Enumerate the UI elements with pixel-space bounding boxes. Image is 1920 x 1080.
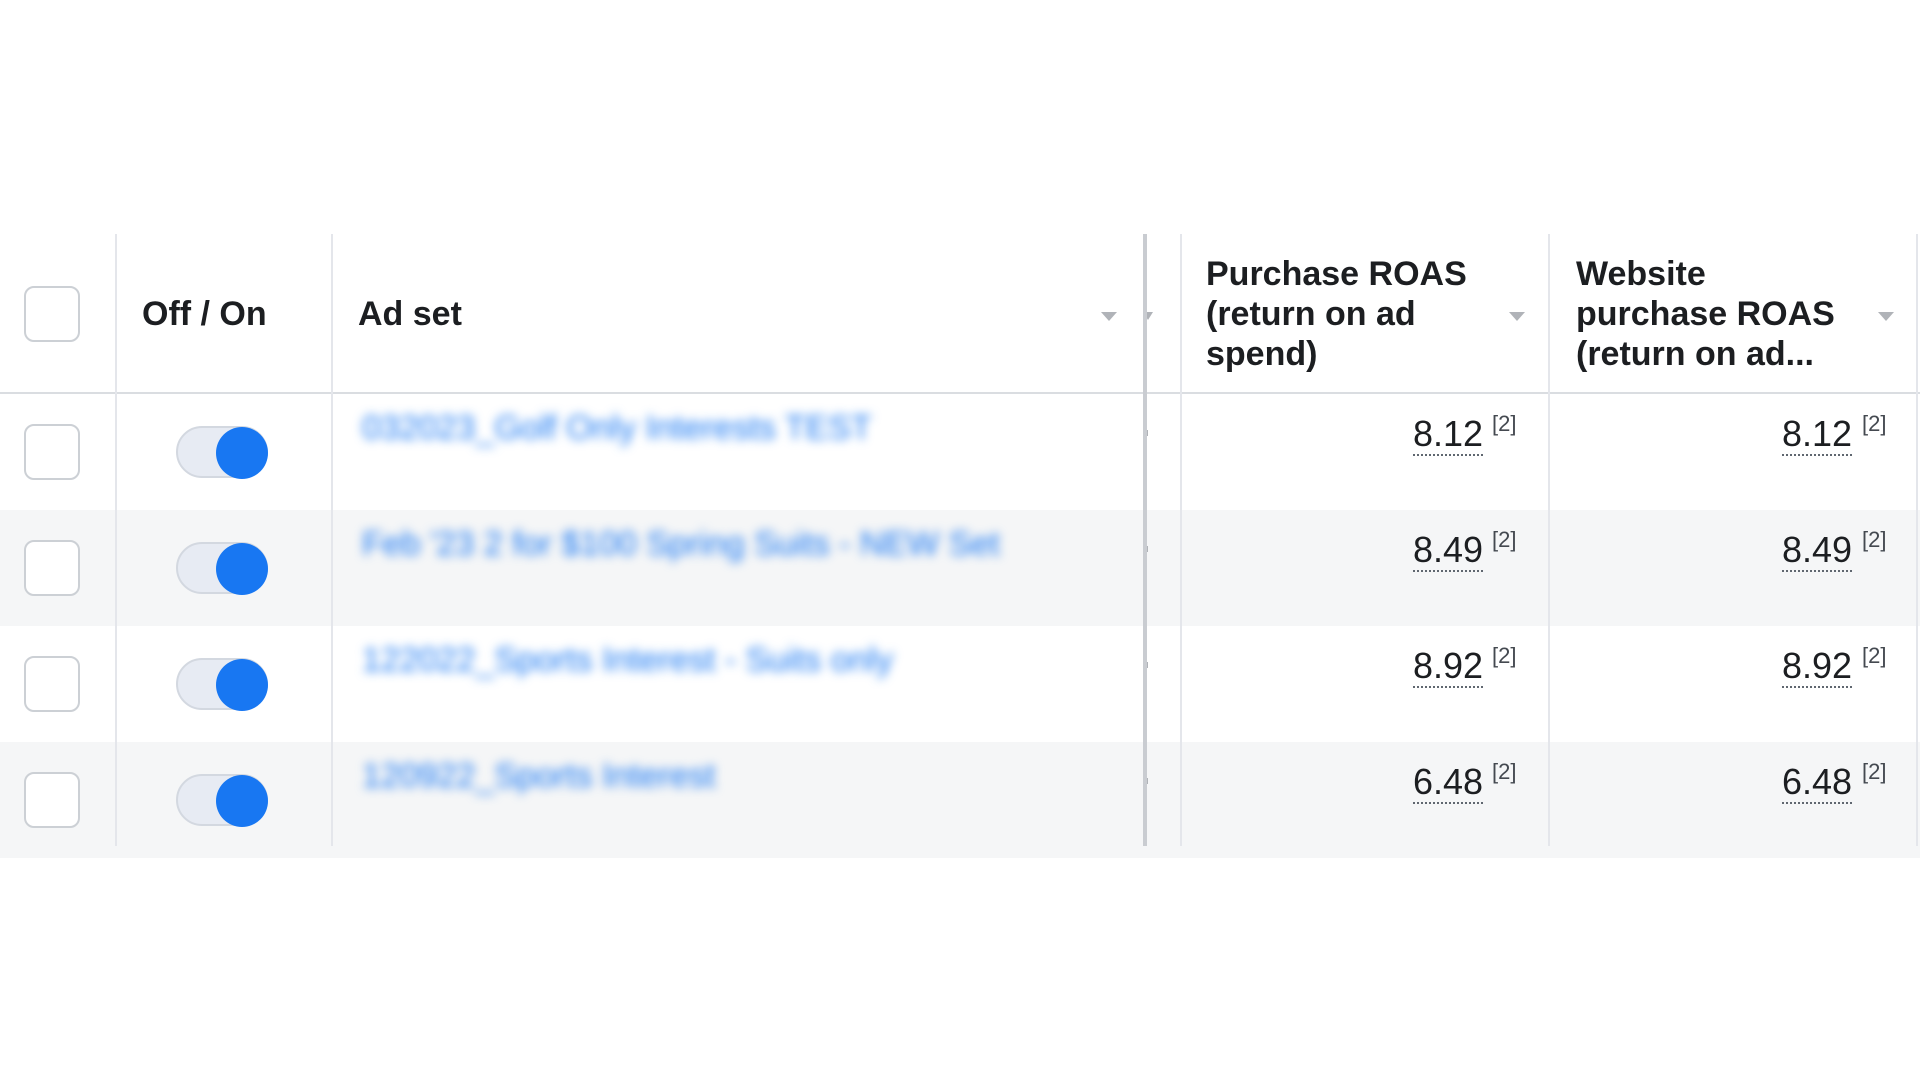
- purchase-roas-footnote: [2]: [1492, 527, 1517, 552]
- purchase-roas-value[interactable]: 6.48: [1413, 762, 1484, 804]
- row-checkbox[interactable]: [24, 540, 80, 596]
- ad-set-name-link[interactable]: 032023_Golf Only Interests TEST: [362, 408, 872, 448]
- purchase-roas-footnote: [2]: [1492, 411, 1517, 436]
- website-purchase-roas-value[interactable]: 6.48: [1782, 762, 1853, 804]
- row-checkbox[interactable]: [24, 656, 80, 712]
- website-purchase-roas-footnote: [2]: [1862, 527, 1887, 552]
- row-checkbox[interactable]: [24, 424, 80, 480]
- table-header: Off / On Ad set Purchase ROAS (return on…: [0, 234, 1920, 394]
- ad-set-toggle[interactable]: [176, 426, 268, 479]
- toggle-knob: [216, 543, 268, 595]
- column-header-website-purchase-roas[interactable]: Website purchase ROAS (return on ad...: [1576, 254, 1866, 374]
- column-divider[interactable]: [1180, 234, 1182, 846]
- ad-set-name-link[interactable]: 122022_Sports Interest - Suits only: [362, 640, 893, 680]
- website-purchase-roas-value[interactable]: 8.12: [1782, 414, 1853, 456]
- table-row: 122022_Sports Interest - Suits only 8.92…: [0, 626, 1920, 742]
- toggle-knob: [216, 775, 268, 827]
- ad-set-name-link[interactable]: 120922_Sports Interest: [362, 756, 715, 796]
- column-divider[interactable]: [1548, 234, 1550, 846]
- column-header-off-on: Off / On: [142, 295, 267, 333]
- column-header-purchase-roas[interactable]: Purchase ROAS (return on ad spend): [1206, 254, 1496, 374]
- select-all-checkbox[interactable]: [24, 286, 80, 342]
- column-header-ad-set[interactable]: Ad set: [358, 294, 462, 334]
- toggle-knob: [216, 427, 268, 479]
- purchase-roas-sort-caret-icon[interactable]: [1509, 312, 1525, 321]
- frozen-column-divider[interactable]: [1143, 234, 1147, 846]
- table-row: Feb '23 2 for $100 Spring Suits - NEW Se…: [0, 510, 1920, 626]
- website-purchase-roas-footnote: [2]: [1862, 759, 1887, 784]
- purchase-roas-value[interactable]: 8.92: [1413, 646, 1484, 688]
- website-purchase-roas-value[interactable]: 8.49: [1782, 530, 1853, 572]
- website-purchase-roas-value[interactable]: 8.92: [1782, 646, 1853, 688]
- ad-set-sort-caret-icon[interactable]: [1101, 312, 1117, 321]
- purchase-roas-value[interactable]: 8.49: [1413, 530, 1484, 572]
- table-row: 120922_Sports Interest 6.48 [2] 6.48 [2]: [0, 742, 1920, 858]
- row-checkbox[interactable]: [24, 772, 80, 828]
- column-divider[interactable]: [331, 234, 333, 846]
- ad-set-toggle[interactable]: [176, 542, 268, 595]
- purchase-roas-footnote: [2]: [1492, 643, 1517, 668]
- ad-set-toggle[interactable]: [176, 774, 268, 827]
- ad-sets-table: Off / On Ad set Purchase ROAS (return on…: [0, 234, 1920, 858]
- column-divider[interactable]: [115, 234, 117, 846]
- purchase-roas-value[interactable]: 8.12: [1413, 414, 1484, 456]
- ad-set-name-link[interactable]: Feb '23 2 for $100 Spring Suits - NEW Se…: [362, 524, 1000, 564]
- website-roas-sort-caret-icon[interactable]: [1878, 312, 1894, 321]
- purchase-roas-footnote: [2]: [1492, 759, 1517, 784]
- toggle-knob: [216, 659, 268, 711]
- ad-set-toggle[interactable]: [176, 658, 268, 711]
- column-divider[interactable]: [1916, 234, 1918, 846]
- table-row: 032023_Golf Only Interests TEST 8.12 [2]…: [0, 394, 1920, 510]
- website-purchase-roas-footnote: [2]: [1862, 643, 1887, 668]
- website-purchase-roas-footnote: [2]: [1862, 411, 1887, 436]
